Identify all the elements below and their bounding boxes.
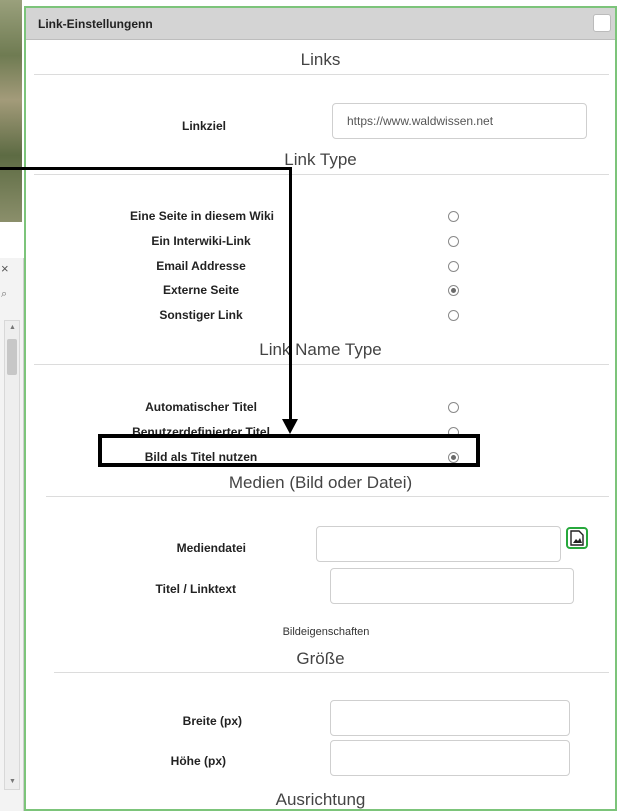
width-label: Breite (px)	[182, 714, 242, 728]
link-type-interwiki-label: Ein Interwiki-Link	[151, 234, 251, 248]
image-properties-label: Bildeigenschaften	[282, 626, 370, 638]
background-search-icon[interactable]: ⌕	[1, 288, 7, 301]
link-type-external-label: Externe Seite	[162, 283, 240, 297]
width-input[interactable]	[330, 700, 570, 736]
link-target-input[interactable]: https://www.waldwissen.net	[332, 103, 587, 139]
annotation-arrow-line	[289, 167, 292, 421]
dialog-title: Link-Einstellungenn	[38, 17, 153, 31]
section-media-heading: Medien (Bild oder Datei)	[228, 473, 413, 492]
link-target-label: Linkziel	[181, 119, 226, 133]
link-type-wiki-label: Eine Seite in diesem Wiki	[130, 209, 274, 223]
link-type-wiki-radio[interactable]	[448, 211, 459, 222]
scroll-thumb[interactable]	[7, 339, 17, 375]
height-label: Höhe (px)	[170, 754, 226, 768]
link-type-external-radio[interactable]	[448, 285, 459, 296]
link-type-email-radio[interactable]	[448, 261, 459, 272]
divider	[34, 174, 609, 175]
background-photo	[0, 0, 22, 222]
divider	[54, 672, 609, 673]
background-scrollbar[interactable]: ▲ ▼	[4, 320, 20, 790]
annotation-arrow-line	[0, 167, 292, 170]
link-name-auto-label: Automatischer Titel	[145, 400, 257, 414]
section-size-heading: Größe	[296, 649, 345, 668]
media-file-input[interactable]	[316, 526, 561, 562]
media-file-label: Mediendatei	[176, 541, 246, 555]
section-links-heading: Links	[300, 50, 341, 69]
link-type-other-radio[interactable]	[448, 310, 459, 321]
divider	[34, 74, 609, 75]
link-type-other-label: Sonstiger Link	[159, 308, 243, 322]
link-settings-dialog: Link-Einstellungenn Links Linkziel https…	[24, 6, 617, 811]
media-title-label: Titel / Linktext	[155, 582, 236, 596]
media-title-input[interactable]	[330, 568, 574, 604]
section-link-name-type-heading: Link Name Type	[259, 340, 382, 359]
dialog-close-button[interactable]	[593, 14, 611, 32]
scroll-up-arrow-icon[interactable]: ▲	[9, 324, 16, 331]
height-input[interactable]	[330, 740, 570, 776]
scroll-down-arrow-icon[interactable]: ▼	[9, 778, 16, 785]
link-type-interwiki-radio[interactable]	[448, 236, 459, 247]
media-picker-button[interactable]	[566, 527, 588, 549]
link-name-auto-radio[interactable]	[448, 402, 459, 413]
image-file-icon	[570, 530, 584, 546]
link-type-email-label: Email Addresse	[156, 259, 246, 273]
annotation-arrow-head-icon	[282, 419, 298, 434]
background-close-icon[interactable]: ×	[1, 261, 9, 276]
divider	[34, 364, 609, 365]
annotation-highlight-box	[98, 434, 480, 467]
divider	[46, 496, 609, 497]
dialog-titlebar[interactable]: Link-Einstellungenn	[26, 8, 615, 40]
section-alignment-heading: Ausrichtung	[275, 790, 366, 809]
